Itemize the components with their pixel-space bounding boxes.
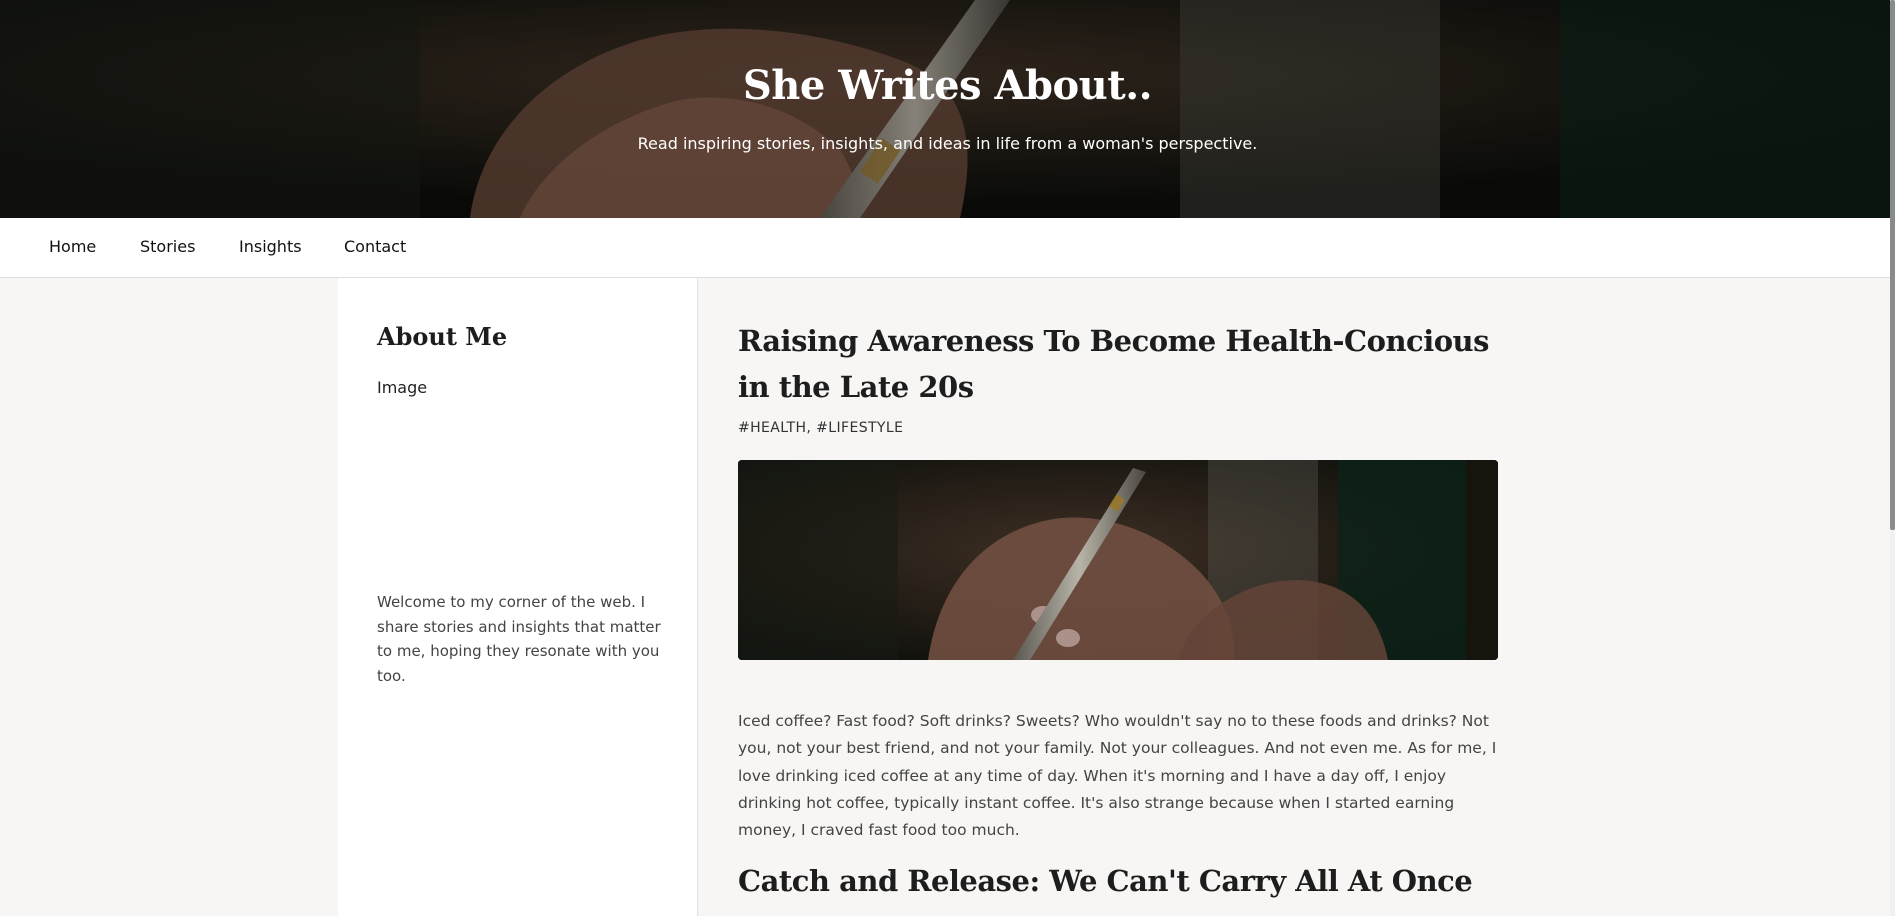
about-image-placeholder: Image (377, 378, 428, 397)
post-tags: #HEALTH, #LIFESTYLE (738, 420, 904, 436)
post-excerpt: Iced coffee? Fast food? Soft drinks? Swe… (738, 712, 1497, 840)
about-sidebar: About Me Image Welcome to my corner of t… (338, 278, 698, 916)
site-subtitle: Read inspiring stories, insights, and id… (637, 134, 1258, 153)
nav-item-stories[interactable]: Stories (140, 237, 195, 256)
scrollbar-thumb[interactable] (1890, 0, 1895, 530)
site-title: She Writes About.. (742, 62, 1153, 109)
hero-background-image (0, 0, 1895, 218)
post-title[interactable]: Catch and Release: We Can't Carry All At… (738, 864, 1498, 898)
about-text: Welcome to my corner of the web. I share… (377, 593, 661, 685)
post-image-illustration (738, 460, 1498, 660)
nav-item-home[interactable]: Home (49, 237, 96, 256)
about-title: About Me (377, 322, 508, 351)
nav-item-contact[interactable]: Contact (344, 237, 406, 256)
post-image (738, 460, 1498, 660)
main-navigation: Home Stories Insights Contact (0, 218, 1890, 278)
post-title[interactable]: Raising Awareness To Become Health-Conci… (738, 318, 1498, 410)
page-scrollbar[interactable] (1890, 0, 1895, 916)
nav-item-insights[interactable]: Insights (239, 237, 302, 256)
hero-banner: She Writes About.. Read inspiring storie… (0, 0, 1895, 218)
